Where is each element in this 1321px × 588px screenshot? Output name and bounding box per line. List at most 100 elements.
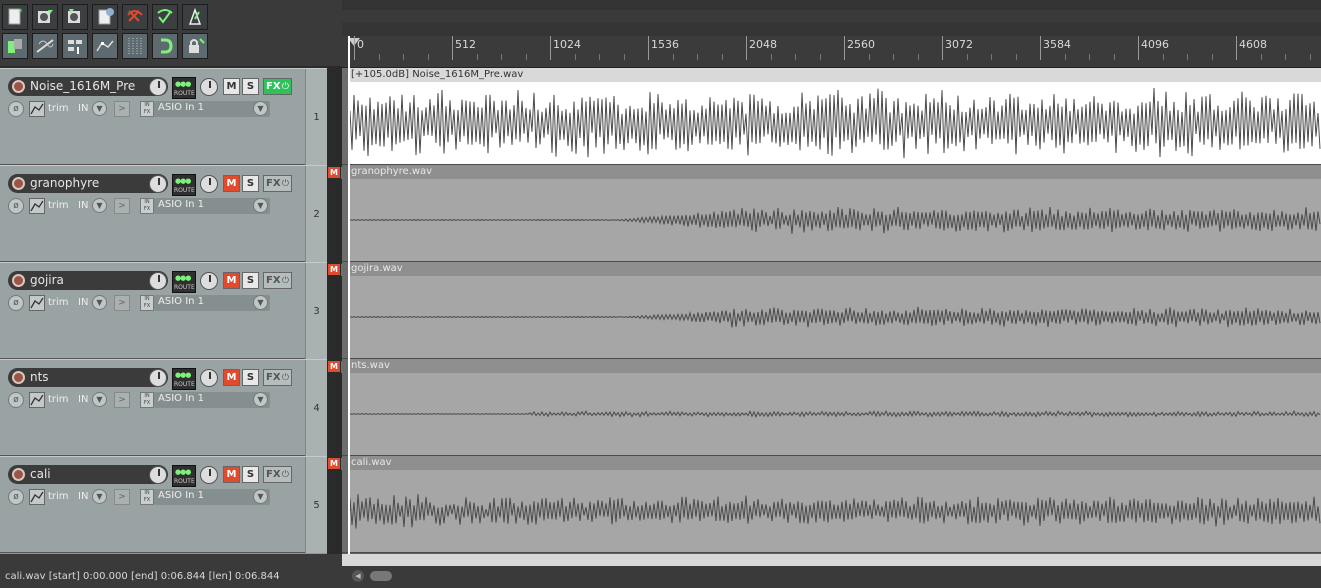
monitor-button[interactable]: >: [114, 101, 130, 117]
monitor-button[interactable]: >: [114, 295, 130, 311]
media-item[interactable]: nts.wav: [350, 359, 1321, 455]
input-fx-button[interactable]: IN FX: [140, 198, 154, 214]
input-fx-button[interactable]: IN FX: [140, 101, 154, 117]
mute-button[interactable]: M: [223, 175, 240, 192]
solo-button[interactable]: S: [242, 466, 259, 483]
envelope-button[interactable]: [29, 295, 45, 311]
open-project-button[interactable]: [32, 4, 58, 30]
pan-knob[interactable]: [200, 175, 218, 193]
fx-button[interactable]: FX ⏻: [263, 466, 292, 483]
input-fx-button[interactable]: IN FX: [140, 392, 154, 408]
envelope-points-button[interactable]: [92, 33, 118, 59]
input-select[interactable]: ASIO In 1 ▼: [154, 295, 270, 311]
input-select[interactable]: ASIO In 1 ▼: [154, 198, 270, 214]
snap-grid-button[interactable]: [122, 33, 148, 59]
automation-mode-label[interactable]: trim: [48, 200, 69, 211]
track-header[interactable]: gojira ●●● ROUTE M S FX ⏻ ø trim IN ▼ > IN FX ASIO In …: [0, 262, 327, 359]
fx-power-icon[interactable]: ⏻: [282, 80, 289, 95]
input-select[interactable]: ASIO In 1 ▼: [154, 392, 270, 408]
envelope-button[interactable]: [29, 198, 45, 214]
monitor-button[interactable]: >: [114, 198, 130, 214]
media-item[interactable]: granophyre.wav: [350, 165, 1321, 261]
media-item-label[interactable]: nts.wav: [350, 359, 1321, 373]
record-arm-button[interactable]: [12, 468, 25, 481]
fx-button[interactable]: FX ⏻: [263, 272, 292, 289]
project-settings-button[interactable]: [92, 4, 118, 30]
automation-mode-label[interactable]: trim: [48, 491, 69, 502]
track-number[interactable]: 4: [305, 360, 327, 456]
auto-crossfade-button[interactable]: [2, 33, 28, 59]
volume-knob[interactable]: [149, 272, 167, 290]
route-button[interactable]: ●●● ROUTE: [172, 77, 196, 99]
chevron-down-icon[interactable]: ▼: [253, 198, 268, 213]
solo-button[interactable]: S: [242, 175, 259, 192]
volume-knob[interactable]: [149, 369, 167, 387]
phase-invert-icon[interactable]: ø: [8, 489, 24, 505]
automation-mode-label[interactable]: trim: [48, 297, 69, 308]
ripple-edit-button[interactable]: [32, 33, 58, 59]
input-select[interactable]: ASIO In 1 ▼: [154, 101, 270, 117]
mute-button[interactable]: M: [223, 78, 240, 95]
media-item-label[interactable]: cali.wav: [350, 456, 1321, 470]
track-number[interactable]: 1: [305, 69, 327, 165]
track-header[interactable]: Noise_1616M_Pre ●●● ROUTE M S FX ⏻ ø trim IN ▼ > IN F…: [0, 68, 327, 165]
metronome-button[interactable]: [182, 4, 208, 30]
track-lane[interactable]: gojira.wav: [342, 262, 1321, 359]
phase-invert-icon[interactable]: ø: [8, 101, 24, 117]
input-dropdown-icon[interactable]: ▼: [92, 101, 107, 116]
phase-invert-icon[interactable]: ø: [8, 295, 24, 311]
media-item[interactable]: cali.wav: [350, 456, 1321, 552]
media-item-label[interactable]: gojira.wav: [350, 262, 1321, 276]
fx-button[interactable]: FX ⏻: [263, 78, 292, 95]
fx-power-icon[interactable]: ⏻: [282, 177, 289, 192]
automation-mode-label[interactable]: trim: [48, 394, 69, 405]
scroll-thumb[interactable]: [370, 571, 392, 581]
input-dropdown-icon[interactable]: ▼: [92, 198, 107, 213]
route-button[interactable]: ●●● ROUTE: [172, 368, 196, 390]
track-name-box[interactable]: Noise_1616M_Pre: [8, 77, 168, 96]
grouping-button[interactable]: [62, 33, 88, 59]
record-arm-button[interactable]: [12, 177, 25, 190]
solo-button[interactable]: S: [242, 272, 259, 289]
track-name-box[interactable]: granophyre: [8, 174, 168, 193]
record-arm-button[interactable]: [12, 80, 25, 93]
input-fx-button[interactable]: IN FX: [140, 295, 154, 311]
volume-knob[interactable]: [149, 78, 167, 96]
input-dropdown-icon[interactable]: ▼: [92, 489, 107, 504]
pan-knob[interactable]: [200, 272, 218, 290]
undo-button[interactable]: [122, 4, 148, 30]
new-project-button[interactable]: *: [2, 4, 28, 30]
media-item[interactable]: gojira.wav: [350, 262, 1321, 358]
track-lane[interactable]: cali.wav: [342, 456, 1321, 553]
envelope-button[interactable]: [29, 489, 45, 505]
mute-button[interactable]: M: [223, 272, 240, 289]
track-name[interactable]: Noise_1616M_Pre: [30, 79, 135, 93]
mute-button[interactable]: M: [223, 369, 240, 386]
arrange-view[interactable]: [+105.0dB] Noise_1616M_Pre.wav granophyre…: [342, 68, 1321, 554]
volume-knob[interactable]: [149, 466, 167, 484]
fx-power-icon[interactable]: ⏻: [282, 468, 289, 483]
chevron-down-icon[interactable]: ▼: [253, 101, 268, 116]
envelope-button[interactable]: [29, 101, 45, 117]
track-name[interactable]: granophyre: [30, 176, 99, 190]
solo-button[interactable]: S: [242, 78, 259, 95]
record-arm-button[interactable]: [12, 274, 25, 287]
track-header[interactable]: cali ●●● ROUTE M S FX ⏻ ø trim IN ▼ > IN FX ASIO In 1 ▼…: [0, 456, 327, 553]
input-fx-button[interactable]: IN FX: [140, 489, 154, 505]
save-project-button[interactable]: [62, 4, 88, 30]
record-arm-button[interactable]: [12, 371, 25, 384]
timeline-ruler[interactable]: 0 512 1024 1536 2048 2560 3072 3584 4096 4608: [342, 36, 1321, 68]
media-item-label[interactable]: granophyre.wav: [350, 165, 1321, 179]
pan-knob[interactable]: [200, 369, 218, 387]
track-number[interactable]: 5: [305, 457, 327, 553]
fx-power-icon[interactable]: ⏻: [282, 274, 289, 289]
track-name-box[interactable]: gojira: [8, 271, 168, 290]
track-header[interactable]: granophyre ●●● ROUTE M S FX ⏻ ø trim IN ▼ > IN FX ASIO…: [0, 165, 327, 262]
route-button[interactable]: ●●● ROUTE: [172, 174, 196, 196]
pan-knob[interactable]: [200, 78, 218, 96]
phase-invert-icon[interactable]: ø: [8, 392, 24, 408]
input-dropdown-icon[interactable]: ▼: [92, 392, 107, 407]
chevron-down-icon[interactable]: ▼: [253, 295, 268, 310]
track-header[interactable]: nts ●●● ROUTE M S FX ⏻ ø trim IN ▼ > IN FX ASIO In 1 ▼ 4: [0, 359, 327, 456]
monitor-button[interactable]: >: [114, 392, 130, 408]
